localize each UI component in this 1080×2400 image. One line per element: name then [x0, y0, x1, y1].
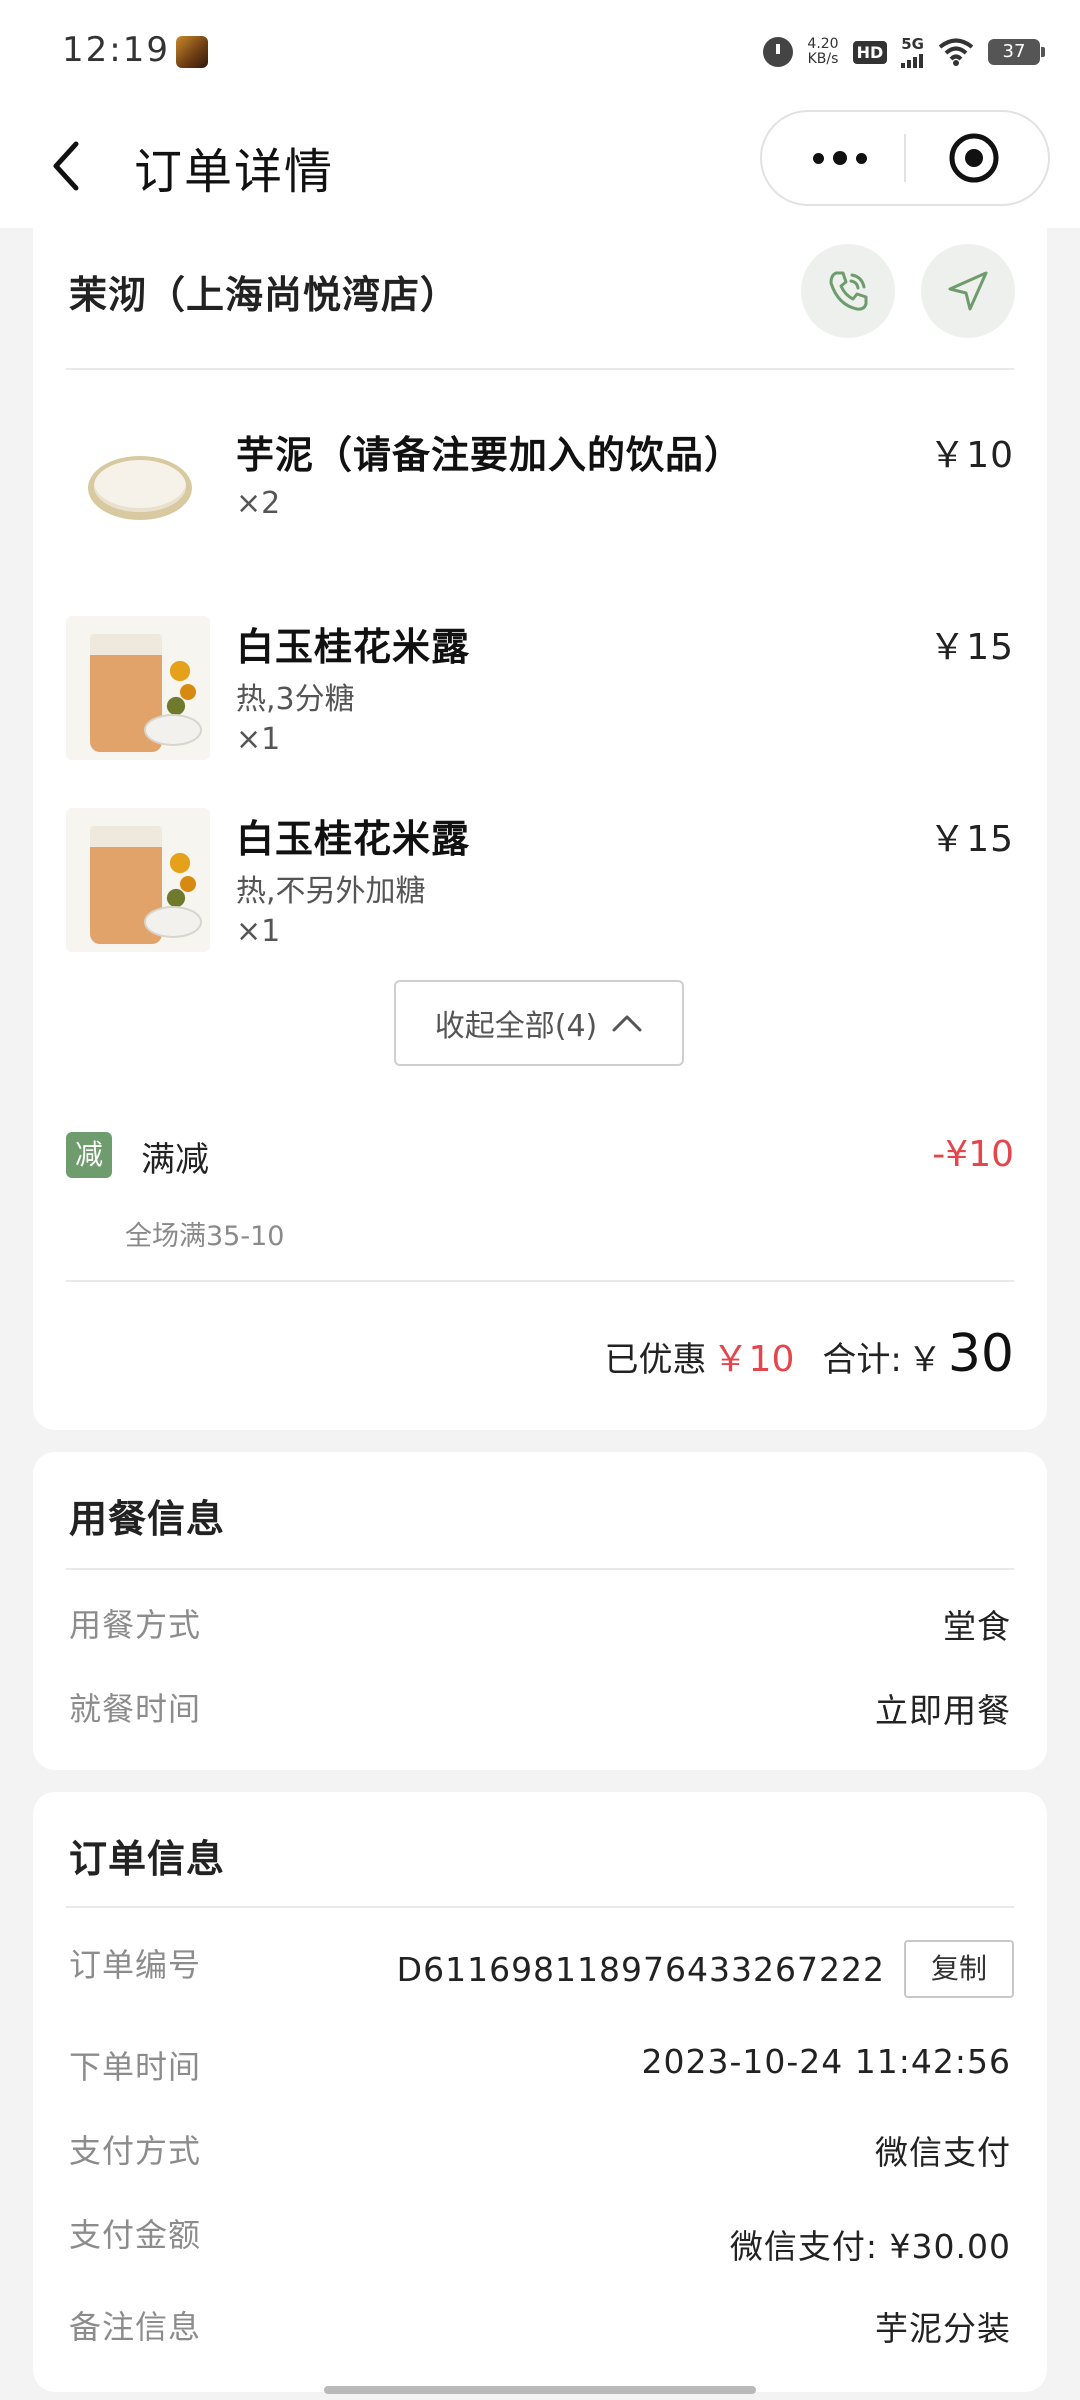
phone-icon — [829, 271, 868, 311]
navigation-arrow-icon — [948, 271, 988, 311]
divider — [66, 1568, 1014, 1570]
network-type: 5G — [901, 34, 924, 53]
notification-app-icon — [176, 36, 208, 68]
close-miniprogram-icon[interactable] — [948, 132, 1000, 184]
item-quantity: ×1 — [236, 722, 281, 757]
section-title: 用餐信息 — [69, 1497, 226, 1541]
miniprogram-capsule — [760, 110, 1050, 206]
remark-value: 芋泥分装 — [875, 2309, 1011, 2348]
payment-amount-value: 微信支付: ¥30.00 — [729, 2227, 1011, 2266]
dining-time-label: 就餐时间 — [69, 1690, 202, 1728]
item-quantity: ×2 — [236, 486, 281, 521]
order-total: 已优惠 ￥10 合计: ￥ 30 — [605, 1324, 1014, 1384]
item-options: 热,不另外加糖 — [236, 874, 426, 909]
net-speed-unit: KB/s — [807, 51, 839, 67]
net-speed-value: 4.20 — [807, 36, 839, 52]
navigate-button[interactable] — [921, 244, 1015, 338]
signal-icon: 5G — [901, 34, 924, 68]
order-number-label: 订单编号 — [69, 1946, 202, 1984]
item-price: ￥10 — [929, 435, 1014, 476]
call-button[interactable] — [801, 244, 895, 338]
total-currency: ￥ — [907, 1340, 942, 1380]
copy-button[interactable]: 复制 — [904, 1940, 1014, 1998]
dining-method-value: 堂食 — [943, 1607, 1011, 1646]
order-time-label: 下单时间 — [69, 2048, 202, 2086]
net-speed: 4.20 KB/s — [807, 37, 838, 67]
back-icon[interactable] — [44, 130, 94, 200]
item-price: ￥15 — [929, 627, 1014, 668]
order-info-card: 订单信息 订单编号 D611698118976433267222 复制 下单时间… — [33, 1792, 1047, 2392]
store-name: 茉沏（上海尚悦湾店） — [69, 273, 460, 317]
total-value: 30 — [947, 1324, 1014, 1384]
order-item: 白玉桂花米露 热,不另外加糖 ×1 ￥15 — [66, 808, 1014, 968]
wifi-icon — [938, 38, 974, 66]
section-title: 订单信息 — [69, 1837, 226, 1881]
status-bar: 12:19 4.20 KB/s HD 5G 37 — [0, 0, 1080, 100]
chevron-up-icon — [612, 1015, 642, 1032]
battery-icon: 37 — [988, 39, 1045, 65]
item-options: 热,3分糖 — [236, 682, 355, 717]
payment-amount-label: 支付金额 — [69, 2216, 202, 2254]
item-price: ￥15 — [929, 819, 1014, 860]
dining-time-value: 立即用餐 — [875, 1691, 1011, 1730]
alarm-icon — [763, 37, 794, 67]
order-number-value: D611698118976433267222 — [396, 1950, 885, 1989]
divider — [66, 1906, 1014, 1908]
remark-label: 备注信息 — [69, 2308, 202, 2346]
promo-tag: 减 — [66, 1132, 112, 1178]
divider — [66, 1280, 1014, 1282]
dining-method-label: 用餐方式 — [69, 1606, 202, 1644]
nav-bar: 订单详情 — [0, 100, 1080, 228]
status-icons: 4.20 KB/s HD 5G 37 — [763, 30, 1045, 74]
collapse-label: 收起全部(4) — [434, 1009, 598, 1044]
order-item: 白玉桂花米露 热,3分糖 ×1 ￥15 — [66, 616, 1014, 776]
product-image — [66, 616, 210, 760]
item-name: 芋泥（请备注要加入的饮品） — [236, 433, 744, 477]
item-name: 白玉桂花米露 — [236, 625, 471, 669]
total-label: 合计: — [822, 1340, 902, 1380]
promo-description: 全场满35-10 — [125, 1221, 285, 1252]
order-item: 芋泥（请备注要加入的饮品） ×2 ￥10 — [66, 424, 1014, 584]
discount-label: 已优惠 — [604, 1340, 707, 1380]
collapse-all-button[interactable]: 收起全部(4) — [394, 980, 684, 1066]
item-name: 白玉桂花米露 — [236, 817, 471, 861]
divider — [66, 368, 1014, 370]
capsule-divider — [904, 134, 906, 182]
order-items-card: 茉沏（上海尚悦湾店） 芋泥（请备注要加入的饮品） ×2 ￥10 白玉桂花米露 热… — [33, 228, 1047, 1430]
home-indicator[interactable] — [324, 2386, 756, 2394]
discount-value: ￥10 — [712, 1339, 795, 1380]
page-title: 订单详情 — [134, 144, 335, 200]
status-time: 12:19 — [62, 30, 170, 70]
payment-method-value: 微信支付 — [875, 2133, 1011, 2172]
payment-method-label: 支付方式 — [69, 2132, 202, 2170]
more-icon[interactable] — [800, 112, 880, 204]
dining-info-card: 用餐信息 用餐方式 堂食 就餐时间 立即用餐 — [33, 1452, 1047, 1770]
hd-badge: HD — [852, 40, 888, 64]
item-quantity: ×1 — [236, 914, 281, 949]
product-image — [66, 808, 210, 952]
product-image — [66, 424, 210, 568]
promo-amount: -¥10 — [932, 1134, 1014, 1175]
order-time-value: 2023-10-24 11:42:56 — [641, 2042, 1011, 2081]
promo-title: 满减 — [141, 1140, 209, 1180]
